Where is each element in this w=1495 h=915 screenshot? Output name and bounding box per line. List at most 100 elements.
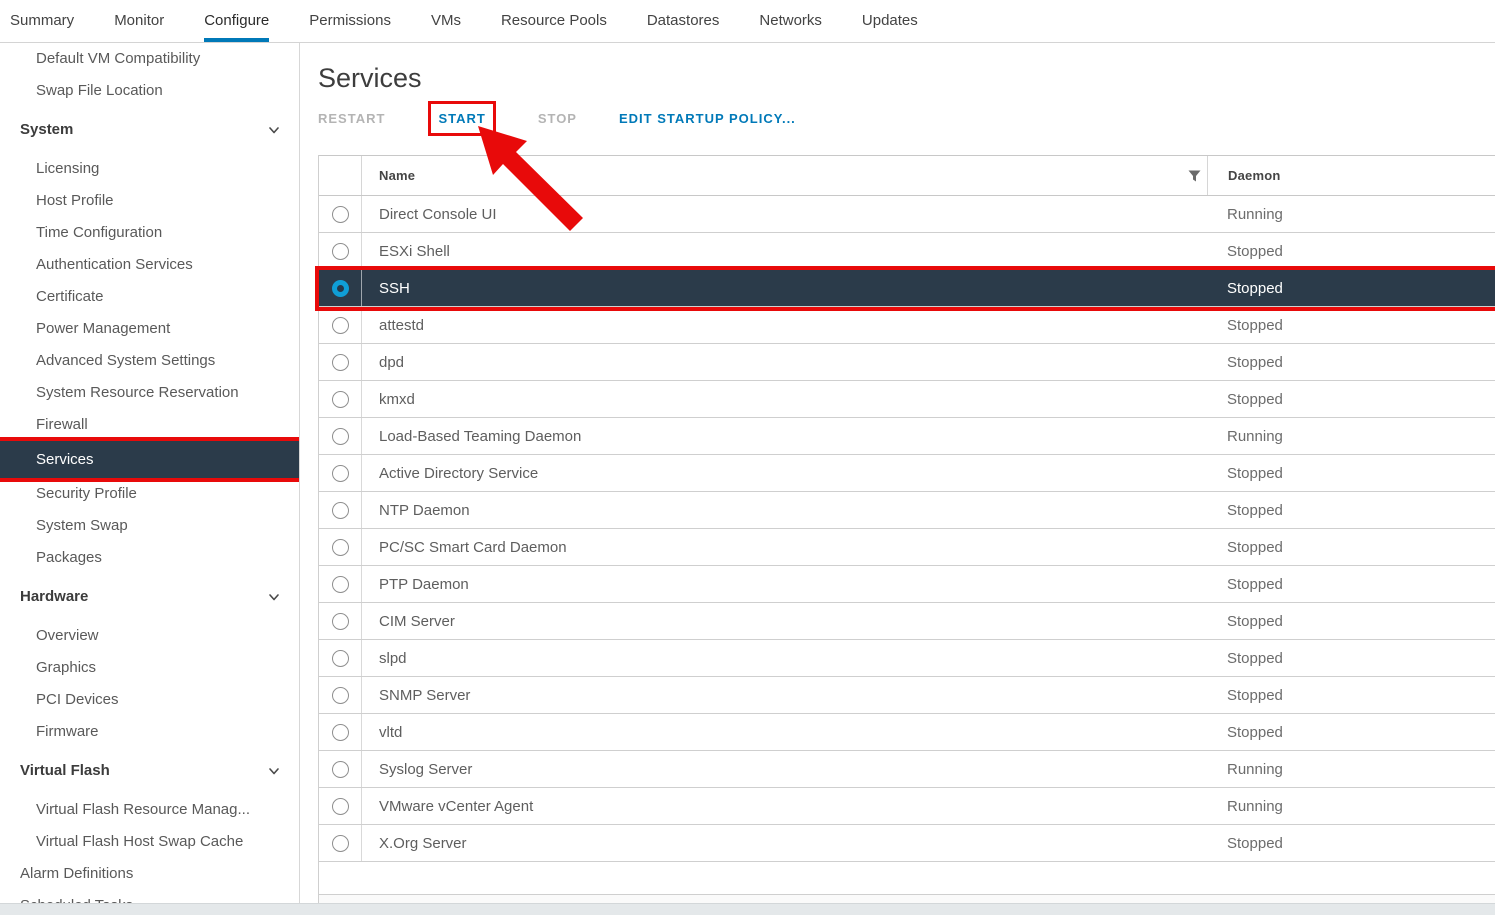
tab-configure[interactable]: Configure: [204, 0, 269, 42]
stop-button[interactable]: STOP: [538, 111, 577, 126]
sidebar-item-graphics[interactable]: Graphics: [0, 652, 299, 684]
table-row-ntp-daemon[interactable]: NTP DaemonStopped: [319, 492, 1495, 529]
tab-bar: Summary Monitor Configure Permissions VMs Res…: [0, 0, 1495, 43]
start-button[interactable]: START: [438, 111, 485, 126]
sidebar-item-host-profile[interactable]: Host Profile: [0, 185, 299, 217]
horizontal-scrollbar[interactable]: [0, 903, 1495, 915]
table-row-slpd[interactable]: slpdStopped: [319, 640, 1495, 677]
table-row-kmxd[interactable]: kmxdStopped: [319, 381, 1495, 418]
sidebar-item-scheduled-tasks[interactable]: Scheduled Tasks: [0, 890, 299, 903]
daemon-status: Stopped: [1207, 344, 1495, 380]
sidebar-item-hardware[interactable]: Hardware: [0, 581, 299, 613]
sidebar-item-licensing[interactable]: Licensing: [0, 153, 299, 185]
table-row-dpd[interactable]: dpdStopped: [319, 344, 1495, 381]
tab-vms[interactable]: VMs: [431, 0, 461, 42]
daemon-status: Stopped: [1207, 529, 1495, 565]
table-row-ssh[interactable]: SSHStopped: [319, 270, 1495, 307]
radio-button[interactable]: [332, 354, 349, 371]
service-name: SNMP Server: [361, 677, 1207, 713]
tab-permissions[interactable]: Permissions: [309, 0, 391, 42]
sidebar-item-alarm-definitions[interactable]: Alarm Definitions: [0, 858, 299, 890]
table-row-snmp-server[interactable]: SNMP ServerStopped: [319, 677, 1495, 714]
table-row-pc-sc-smart-card-daemon[interactable]: PC/SC Smart Card DaemonStopped: [319, 529, 1495, 566]
table-row-x-org-server[interactable]: X.Org ServerStopped: [319, 825, 1495, 862]
sidebar-item-time-configuration[interactable]: Time Configuration: [0, 217, 299, 249]
table-body: Direct Console UIRunningESXi ShellStoppe…: [319, 196, 1495, 862]
radio-cell: [319, 196, 361, 232]
daemon-status: Stopped: [1207, 455, 1495, 491]
sidebar-item-pci-devices[interactable]: PCI Devices: [0, 684, 299, 716]
edit-startup-policy-button[interactable]: EDIT STARTUP POLICY...: [619, 111, 796, 126]
radio-button[interactable]: [332, 391, 349, 408]
service-name: slpd: [361, 640, 1207, 676]
sidebar-item-packages[interactable]: Packages: [0, 542, 299, 574]
radio-button[interactable]: [332, 724, 349, 741]
tab-networks[interactable]: Networks: [759, 0, 822, 42]
sidebar-item-default-vm-compatibility[interactable]: Default VM Compatibility: [0, 43, 299, 75]
table-row-attestd[interactable]: attestdStopped: [319, 307, 1495, 344]
radio-button[interactable]: [332, 243, 349, 260]
radio-button[interactable]: [332, 317, 349, 334]
sidebar-item-advanced-system-settings[interactable]: Advanced System Settings: [0, 345, 299, 377]
daemon-status: Running: [1207, 418, 1495, 454]
table-row-load-based-teaming-daemon[interactable]: Load-Based Teaming DaemonRunning: [319, 418, 1495, 455]
radio-button[interactable]: [332, 539, 349, 556]
daemon-status: Stopped: [1207, 640, 1495, 676]
radio-button[interactable]: [332, 798, 349, 815]
table-row-esxi-shell[interactable]: ESXi ShellStopped: [319, 233, 1495, 270]
radio-button[interactable]: [332, 502, 349, 519]
chevron-down-icon: [267, 764, 281, 778]
sidebar-item-authentication-services[interactable]: Authentication Services: [0, 249, 299, 281]
radio-button[interactable]: [332, 428, 349, 445]
table-row-active-directory-service[interactable]: Active Directory ServiceStopped: [319, 455, 1495, 492]
restart-button[interactable]: RESTART: [318, 111, 385, 126]
radio-button[interactable]: [332, 687, 349, 704]
radio-cell: [319, 714, 361, 750]
radio-button-selected[interactable]: [332, 280, 349, 297]
service-name: X.Org Server: [361, 825, 1207, 861]
service-name: Load-Based Teaming Daemon: [361, 418, 1207, 454]
tab-summary[interactable]: Summary: [10, 0, 74, 42]
sidebar-item-virtual-flash-resource-manag[interactable]: Virtual Flash Resource Manag...: [0, 794, 299, 826]
radio-button[interactable]: [332, 613, 349, 630]
chevron-down-icon: [267, 123, 281, 137]
filter-icon[interactable]: [1181, 170, 1207, 182]
table-header: Name Daemon: [319, 155, 1495, 196]
radio-button[interactable]: [332, 650, 349, 667]
table-row-syslog-server[interactable]: Syslog ServerRunning: [319, 751, 1495, 788]
radio-button[interactable]: [332, 465, 349, 482]
table-row-direct-console-ui[interactable]: Direct Console UIRunning: [319, 196, 1495, 233]
service-name: vltd: [361, 714, 1207, 750]
sidebar-item-services[interactable]: Services: [0, 441, 299, 478]
tab-datastores[interactable]: Datastores: [647, 0, 720, 42]
sidebar-item-system-resource-reservation[interactable]: System Resource Reservation: [0, 377, 299, 409]
radio-button[interactable]: [332, 576, 349, 593]
table-row-vltd[interactable]: vltdStopped: [319, 714, 1495, 751]
sidebar-item-overview[interactable]: Overview: [0, 620, 299, 652]
radio-button[interactable]: [332, 761, 349, 778]
service-name: ESXi Shell: [361, 233, 1207, 269]
sidebar-item-security-profile[interactable]: Security Profile: [0, 478, 299, 510]
table-row-cim-server[interactable]: CIM ServerStopped: [319, 603, 1495, 640]
sidebar-item-firmware[interactable]: Firmware: [0, 716, 299, 748]
sidebar-item-power-management[interactable]: Power Management: [0, 313, 299, 345]
tab-updates[interactable]: Updates: [862, 0, 918, 42]
sidebar-item-virtual-flash-host-swap-cache[interactable]: Virtual Flash Host Swap Cache: [0, 826, 299, 858]
name-column-label: Name: [379, 168, 415, 183]
sidebar-item-system-swap[interactable]: System Swap: [0, 510, 299, 542]
sidebar-item-virtual-flash[interactable]: Virtual Flash: [0, 755, 299, 787]
sidebar-item-firewall[interactable]: Firewall: [0, 409, 299, 441]
tab-monitor[interactable]: Monitor: [114, 0, 164, 42]
tab-resource-pools[interactable]: Resource Pools: [501, 0, 607, 42]
table-row-ptp-daemon[interactable]: PTP DaemonStopped: [319, 566, 1495, 603]
sidebar-item-swap-file-location[interactable]: Swap File Location: [0, 75, 299, 107]
radio-button[interactable]: [332, 206, 349, 223]
table-row-vmware-vcenter-agent[interactable]: VMware vCenter AgentRunning: [319, 788, 1495, 825]
radio-button[interactable]: [332, 835, 349, 852]
radio-cell: [319, 603, 361, 639]
service-name: Direct Console UI: [361, 196, 1207, 232]
service-name: SSH: [361, 270, 1207, 306]
sidebar-item-system[interactable]: System: [0, 114, 299, 146]
sidebar-item-certificate[interactable]: Certificate: [0, 281, 299, 313]
service-name: dpd: [361, 344, 1207, 380]
